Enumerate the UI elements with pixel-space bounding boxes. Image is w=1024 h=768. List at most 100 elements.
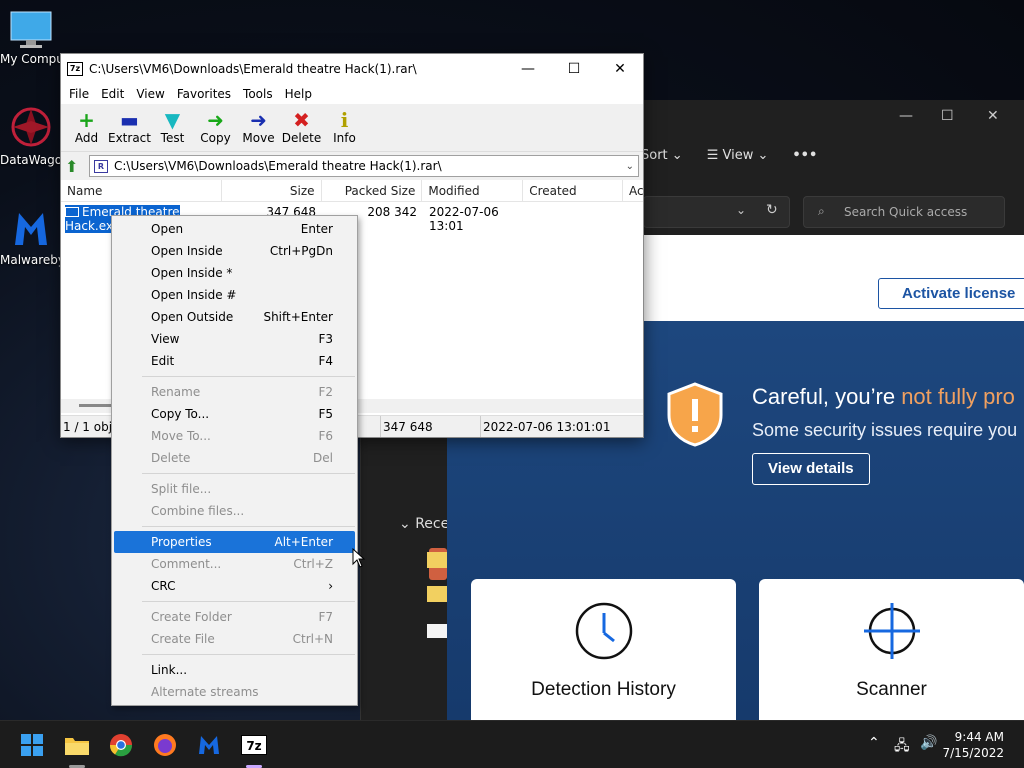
menu-item-copy-to[interactable]: Copy To... F5 — [114, 403, 355, 425]
clock-icon — [575, 602, 632, 660]
rar-file-icon[interactable] — [427, 552, 447, 568]
menu-separator — [142, 601, 355, 602]
view-details-button[interactable]: View details — [752, 453, 870, 485]
desktop-icon-label: DataWago — [0, 153, 62, 167]
sort-button[interactable]: Sort ⌄ — [641, 148, 683, 163]
menu-item-combine-files: Combine files... — [151, 504, 245, 518]
detection-history-card[interactable]: Detection History — [471, 579, 736, 720]
menu-item-open-inside-hash[interactable]: Open Inside # — [114, 284, 355, 306]
more-button[interactable]: ••• — [792, 148, 817, 163]
test-button[interactable]: ▼ Test — [151, 104, 194, 151]
menu-view[interactable]: View — [130, 84, 170, 104]
desktop-icon-datawagon[interactable]: DataWago — [0, 105, 62, 167]
menu-tools[interactable]: Tools — [237, 84, 279, 104]
menu-edit[interactable]: Edit — [95, 84, 130, 104]
folder-up-icon[interactable]: ⬆ — [65, 157, 83, 176]
path-input[interactable]: R C:\Users\VM6\Downloads\Emerald theatre… — [89, 155, 639, 177]
view-icon: ☰ — [706, 148, 719, 163]
desktop-icon-label: My Compu — [0, 52, 62, 66]
malwarebytes-icon — [199, 736, 219, 754]
column-packed-size[interactable]: Packed Size — [322, 180, 423, 201]
close-icon[interactable]: ✕ — [987, 108, 999, 124]
menu-item-create-file: Create File Ctrl+N — [151, 632, 333, 646]
scanner-card[interactable]: Scanner — [759, 579, 1024, 720]
menu-item-alternate-streams: Alternate streams — [151, 685, 259, 699]
minimize-icon[interactable]: — — [899, 108, 913, 124]
column-name[interactable]: Name — [61, 180, 222, 201]
network-icon[interactable]: 🖧 — [894, 735, 910, 759]
start-button[interactable] — [18, 731, 46, 759]
toolbar: + Add ▬ Extract ▼ Test ➜ Copy ➜ Move ✖ Delete … — [61, 104, 643, 152]
file-icon[interactable] — [427, 624, 447, 638]
minimize-icon[interactable]: — — [505, 61, 551, 77]
menu-bar: File Edit View Favorites Tools Help — [61, 84, 643, 104]
plus-icon: + — [78, 108, 95, 132]
chevron-down-icon[interactable]: ⌄ — [626, 161, 634, 172]
column-created[interactable]: Created — [523, 180, 624, 201]
move-button[interactable]: ➜ Move — [237, 104, 280, 151]
menu-item-properties[interactable]: Properties Alt+Enter — [114, 531, 355, 553]
status-date: 2022-07-06 13:01:01 — [483, 420, 611, 434]
menu-item-open-outside[interactable]: Open Outside Shift+Enter — [114, 306, 355, 328]
rar-file-icon[interactable] — [427, 586, 447, 602]
menu-item-open-inside[interactable]: Open Inside Ctrl+PgDn — [114, 240, 355, 262]
menu-item-rename: Rename F2 — [151, 385, 333, 399]
shield-warning-icon — [667, 382, 723, 447]
malwarebytes-icon — [15, 213, 47, 245]
refresh-icon[interactable]: ↻ — [766, 202, 778, 218]
activate-license-button[interactable]: Activate license — [878, 278, 1024, 309]
explorer-command-bar: Sort ⌄ ☰ View ⌄ ••• — [641, 148, 817, 163]
menu-item-link[interactable]: Link... — [114, 659, 355, 681]
sevenzip-app-icon: 7z — [67, 62, 83, 76]
search-icon: ⌕ — [818, 204, 825, 218]
taskbar-file-explorer[interactable] — [63, 731, 91, 759]
arrow-right-icon: ➜ — [250, 108, 267, 132]
maximize-icon[interactable]: ☐ — [941, 108, 954, 124]
menu-item-open[interactable]: Open Enter — [114, 218, 355, 240]
taskbar: 7z ⌃ 🖧 🔊 9:44 AM 7/15/2022 — [0, 720, 1024, 768]
window-title: C:\Users\VM6\Downloads\Emerald theatre H… — [89, 62, 417, 76]
minus-icon: ▬ — [120, 108, 139, 132]
arrow-right-icon: ➜ — [207, 108, 224, 132]
delete-button[interactable]: ✖ Delete — [280, 104, 323, 151]
column-modified[interactable]: Modified — [422, 180, 524, 201]
file-modified-cell: 2022-07-06 13:01 — [429, 205, 499, 233]
monitor-icon — [10, 11, 52, 48]
column-size[interactable]: Size — [222, 180, 322, 201]
column-attributes[interactable]: Ac — [623, 180, 644, 201]
menu-file[interactable]: File — [63, 84, 95, 104]
menu-favorites[interactable]: Favorites — [171, 84, 237, 104]
taskbar-malwarebytes[interactable] — [195, 731, 223, 759]
taskbar-clock[interactable]: 9:44 AM 7/15/2022 — [942, 729, 1004, 761]
desktop-icon-my-computer[interactable]: My Compu — [0, 10, 62, 66]
clock-time: 9:44 AM — [954, 730, 1004, 744]
archive-icon: R — [94, 159, 108, 173]
menu-item-open-inside-star[interactable]: Open Inside * — [114, 262, 355, 284]
taskbar-sevenzip[interactable]: 7z — [238, 731, 270, 759]
add-button[interactable]: + Add — [65, 104, 108, 151]
menu-item-edit[interactable]: Edit F4 — [114, 350, 355, 372]
mouse-cursor-icon — [352, 548, 366, 568]
menu-help[interactable]: Help — [279, 84, 318, 104]
taskbar-firefox[interactable] — [151, 731, 179, 759]
volume-icon[interactable]: 🔊 — [920, 735, 937, 751]
sevenzip-titlebar[interactable]: 7z C:\Users\VM6\Downloads\Emerald theatr… — [61, 54, 643, 84]
search-input[interactable]: ⌕ Search Quick access — [803, 196, 1005, 228]
extract-button[interactable]: ▬ Extract — [108, 104, 151, 151]
info-button[interactable]: i Info — [323, 104, 366, 151]
menu-separator — [142, 526, 355, 527]
desktop-icon-malwarebytes[interactable]: Malwareby — [0, 205, 62, 267]
maximize-icon[interactable]: ☐ — [551, 61, 597, 77]
menu-item-split-file: Split file... — [151, 482, 212, 496]
view-button[interactable]: ☰ View ⌄ — [707, 148, 769, 163]
menu-item-crc[interactable]: CRC › — [114, 575, 355, 597]
menu-item-delete: Delete Del — [151, 451, 333, 465]
close-icon[interactable]: ✕ — [597, 61, 643, 77]
copy-button[interactable]: ➜ Copy — [194, 104, 237, 151]
address-bar[interactable]: ⌄ ↻ — [643, 196, 790, 228]
menu-item-view[interactable]: View F3 — [114, 328, 355, 350]
taskbar-chrome[interactable] — [107, 731, 135, 759]
exe-file-icon — [65, 207, 79, 217]
menu-item-comment: Comment... Ctrl+Z — [151, 557, 333, 571]
chevron-up-icon[interactable]: ⌃ — [868, 735, 880, 751]
